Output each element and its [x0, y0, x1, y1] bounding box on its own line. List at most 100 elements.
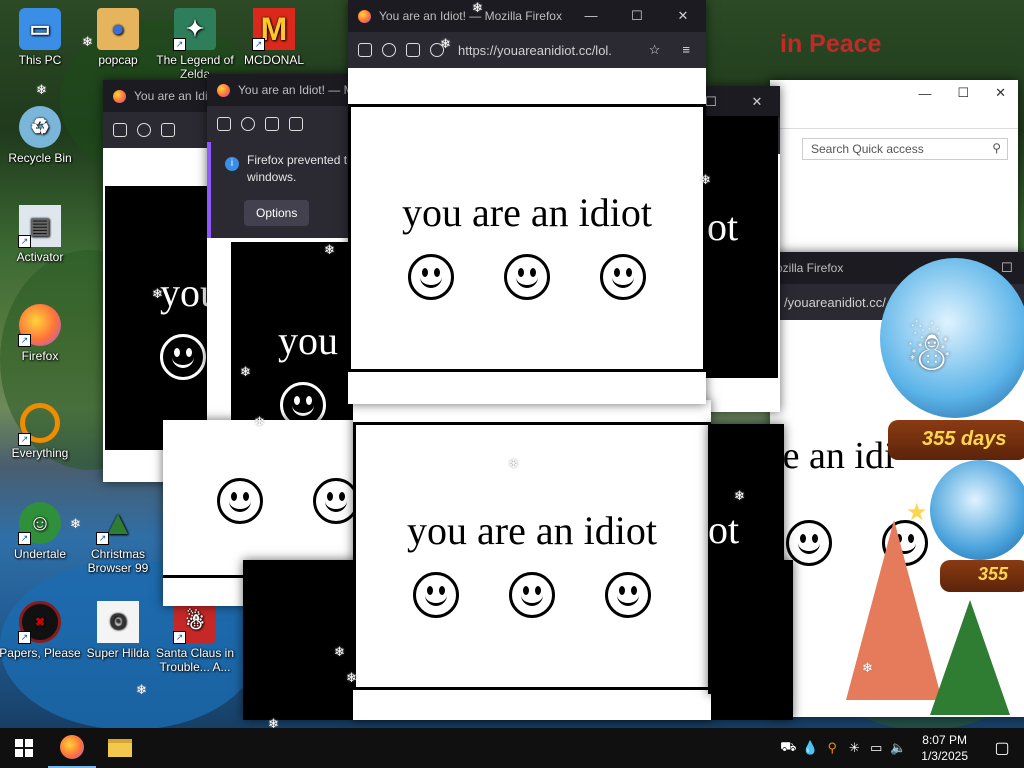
snowflake-icon: ❄ — [36, 82, 47, 97]
snow-globe-base: 355 days — [888, 420, 1024, 460]
browser-window-bottom[interactable]: you are an idiot — [353, 400, 711, 720]
search-icon: ⚲ — [992, 141, 1001, 155]
url-bar[interactable]: https://youareanidiot.cc/lol. — [458, 43, 612, 58]
browser-window-bottom-right-black[interactable]: ot — [708, 424, 784, 694]
app-tray-icon[interactable]: ⛟ — [777, 739, 799, 757]
minimize-icon[interactable]: — — [918, 86, 931, 101]
maximize-icon[interactable]: ☐ — [614, 8, 660, 24]
drop-icon[interactable]: 💧 — [799, 740, 821, 756]
explorer-window-controls: — ☐ ✕ — [770, 80, 1018, 106]
shield-icon[interactable] — [358, 43, 372, 57]
menu-icon[interactable]: ≡ — [682, 42, 690, 58]
firefox-icon — [358, 9, 371, 23]
shortcut-arrow-icon: ↗ — [18, 235, 31, 248]
shortcut-arrow-icon: ↗ — [173, 38, 186, 51]
snowflake-icon: ❄ — [508, 456, 519, 471]
shortcut-arrow-icon: ↗ — [18, 433, 31, 446]
permissions-icon[interactable] — [265, 117, 279, 131]
snowflake-icon: ❄ — [254, 414, 265, 429]
snow-tray-icon[interactable]: ✳ — [843, 740, 865, 756]
snowflake-icon: ❄ — [862, 660, 873, 675]
bookmark-star-icon[interactable]: ☆ — [649, 42, 661, 58]
snowflake-icon: ❄ — [334, 644, 345, 659]
taskbar-firefox-button[interactable] — [48, 728, 96, 768]
snowflake-icon: ❄ — [346, 670, 357, 685]
desktop-icon-santa[interactable]: ☃ ↗ Santa Claus in Trouble... A... — [153, 601, 237, 674]
browser-window-front[interactable]: You are an Idiot! — Mozilla Firefox — ☐ ✕ … — [348, 0, 706, 404]
smiley-face-icon — [160, 334, 206, 380]
snowflake-icon: ❄ — [82, 34, 93, 49]
smiley-face-icon — [509, 572, 555, 618]
everything-tray-icon[interactable]: ⚲ — [821, 740, 843, 756]
shortcut-arrow-icon: ↗ — [18, 334, 31, 347]
lock-icon[interactable] — [241, 117, 255, 131]
desktop-icon-this-pc[interactable]: ▭ This PC — [0, 8, 82, 67]
desktop-icon-everything[interactable]: ↗ Everything — [0, 403, 82, 460]
snow-globe-base: 355 — [940, 560, 1024, 592]
snowflake-icon: ❄ — [152, 286, 163, 301]
title-bar: You are an Idiot! — Mozilla Firefox — ☐ ✕ — [348, 0, 706, 32]
super-hilda-icon: ʘ — [97, 601, 139, 643]
close-icon[interactable]: ✕ — [734, 94, 780, 110]
shortcut-arrow-icon: ↗ — [173, 631, 186, 644]
desktop-icon-recycle-bin[interactable]: ♻ Recycle Bin — [0, 106, 82, 165]
desktop: ▭ This PC ♻ Recycle Bin ▤ ↗ Activator ↗ … — [0, 0, 1024, 728]
desktop-icon-super-hilda[interactable]: ʘ Super Hilda — [76, 601, 160, 660]
smiley-face-icon — [605, 572, 651, 618]
desktop-icon-papers-please[interactable]: ✖ ↗ Papers, Please — [0, 601, 82, 660]
computer-icon: ▭ — [19, 8, 61, 50]
star-icon: ★ — [906, 499, 928, 526]
lock-icon[interactable] — [382, 43, 396, 57]
start-button[interactable] — [0, 728, 48, 768]
system-tray: ⛟ 💧 ⚲ ✳ ▭ 🔈 8:07 PM 1/3/2025 ▢ — [777, 728, 1024, 768]
clock[interactable]: 8:07 PM 1/3/2025 — [909, 732, 980, 764]
smiley-face-icon — [600, 254, 646, 300]
permissions-icon[interactable] — [406, 43, 420, 57]
snowflake-icon: ❄ — [70, 516, 81, 531]
smiley-face-icon — [408, 254, 454, 300]
firefox-icon — [113, 89, 126, 103]
file-explorer-icon — [108, 739, 132, 757]
network-icon[interactable]: ▭ — [865, 740, 887, 756]
snow-globe-icon[interactable] — [930, 460, 1024, 560]
info-icon: i — [225, 157, 239, 171]
desktop-icon-firefox[interactable]: ↗ Firefox — [0, 304, 82, 363]
taskbar: ⛟ 💧 ⚲ ✳ ▭ 🔈 8:07 PM 1/3/2025 ▢ — [0, 728, 1024, 768]
minimize-icon[interactable]: — — [568, 8, 614, 24]
firefox-taskbar-icon — [60, 735, 84, 759]
notifications-icon[interactable]: ▢ — [980, 738, 1024, 758]
shortcut-arrow-icon: ↗ — [18, 631, 31, 644]
recycle-bin-icon: ♻ — [19, 106, 61, 148]
explorer-search-input[interactable]: Search Quick access ⚲ — [802, 138, 1008, 160]
shield-icon[interactable] — [113, 123, 127, 137]
idiot-panel-black: ot — [704, 116, 778, 378]
smiley-face-icon — [504, 254, 550, 300]
shield-icon[interactable] — [217, 117, 231, 131]
desktop-icon-mcdonald[interactable]: M ↗ MCDONAL — [232, 8, 316, 67]
smiley-face-icon — [413, 572, 459, 618]
snowflake-icon: ❄ — [240, 364, 251, 379]
snowflake-icon: ❄ — [136, 682, 147, 697]
options-button[interactable]: Options — [244, 200, 310, 226]
firefox-icon — [217, 83, 230, 97]
nav-bar: https://youareanidiot.cc/lol. ☆ ≡ — [348, 32, 706, 68]
lock-icon[interactable] — [137, 123, 151, 137]
idiot-panel-white: you are an idiot — [348, 104, 706, 372]
desktop-icon-christmas-browser[interactable]: ▲ ↗ Christmas Browser 99 — [76, 502, 160, 576]
reader-icon[interactable] — [289, 117, 303, 131]
volume-muted-icon[interactable]: 🔈 — [887, 740, 909, 756]
desktop-icon-zelda[interactable]: ✦ ↗ The Legend of Zelda — [153, 8, 237, 81]
windows-start-icon — [15, 739, 33, 757]
close-icon[interactable]: ✕ — [995, 85, 1006, 101]
idiot-text: re an idi — [770, 435, 895, 477]
taskbar-explorer-button[interactable] — [96, 728, 144, 768]
christmas-tree-icon — [930, 600, 1010, 715]
maximize-icon[interactable]: ☐ — [957, 85, 969, 101]
close-icon[interactable]: ✕ — [660, 8, 706, 24]
idiot-panel-white: you are an idiot — [353, 422, 711, 690]
permissions-icon[interactable] — [161, 123, 175, 137]
shortcut-arrow-icon: ↗ — [96, 532, 109, 545]
snowflake-icon: ❄ — [268, 716, 279, 728]
desktop-icon-activator[interactable]: ▤ ↗ Activator — [0, 205, 82, 264]
snowflake-icon: ❄ — [324, 242, 335, 257]
